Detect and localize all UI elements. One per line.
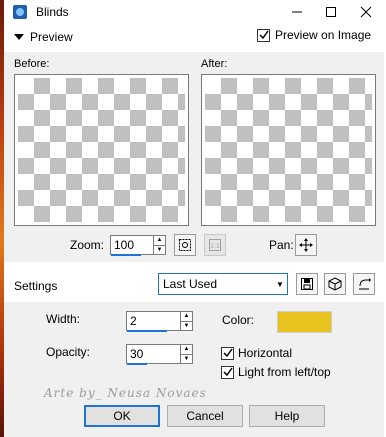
checkbox-box[interactable] — [221, 365, 234, 379]
save-disk-icon — [301, 278, 313, 290]
zoom-fit-icon — [179, 239, 191, 251]
light-from-left-top-checkbox[interactable]: Light from left/top — [221, 365, 331, 379]
spin-up-icon[interactable]: ▲ — [154, 236, 165, 245]
settings-label: Settings — [14, 279, 58, 293]
before-label: Before: — [14, 58, 50, 70]
light-from-left-top-label: Light from left/top — [238, 365, 331, 379]
spin-down-icon[interactable]: ▼ — [154, 245, 165, 255]
checkmark-icon — [222, 367, 233, 377]
preview-on-image-checkbox[interactable]: Preview on Image — [257, 28, 371, 42]
spin-down-icon[interactable]: ▼ — [181, 321, 192, 331]
minimize-button[interactable] — [280, 2, 314, 22]
preview-toggle[interactable]: Preview — [14, 30, 73, 44]
watermark-text: Arte by_ Neusa Novaes — [44, 386, 207, 400]
reset-button[interactable] — [353, 273, 375, 295]
spin-up-icon[interactable]: ▲ — [181, 312, 192, 321]
maximize-icon — [326, 7, 336, 17]
chevron-down-icon[interactable]: ▼ — [273, 280, 287, 289]
minimize-icon — [292, 11, 302, 13]
width-label: Width: — [46, 312, 81, 326]
maximize-button[interactable] — [314, 2, 348, 22]
after-label: After: — [201, 58, 228, 70]
checkmark-icon — [258, 30, 269, 40]
checkbox-box[interactable] — [257, 28, 270, 42]
after-preview[interactable] — [201, 74, 376, 226]
width-spinner[interactable]: 2 ▲ ▼ — [126, 311, 193, 331]
width-spin-buttons[interactable]: ▲ ▼ — [180, 312, 192, 330]
width-value[interactable]: 2 — [127, 312, 180, 330]
save-preset-button[interactable] — [296, 273, 318, 295]
window-title: Blinds — [36, 5, 69, 19]
opacity-spinner[interactable]: 30 ▲ ▼ — [126, 344, 193, 364]
preview-toggle-label: Preview — [30, 30, 73, 44]
help-button[interactable]: Help — [249, 405, 325, 427]
before-preview[interactable] — [14, 74, 189, 226]
pan-label: Pan: — [269, 238, 294, 252]
transparency-checker — [205, 78, 372, 222]
spin-up-icon[interactable]: ▲ — [181, 345, 192, 354]
transparency-checker — [18, 78, 185, 222]
ok-button[interactable]: OK — [84, 405, 160, 427]
collapse-triangle-icon — [14, 34, 24, 40]
close-button[interactable] — [349, 2, 383, 22]
checkbox-box[interactable] — [221, 346, 234, 360]
zoom-spin-buttons[interactable]: ▲ ▼ — [153, 236, 165, 254]
zoom-fit-button[interactable] — [174, 234, 196, 256]
app-icon — [12, 4, 28, 20]
color-label: Color: — [222, 313, 255, 327]
zoom-spinner[interactable]: 100 ▲ ▼ — [110, 235, 166, 255]
spin-down-icon[interactable]: ▼ — [181, 354, 192, 364]
pan-move-icon — [299, 238, 313, 252]
dice-icon — [328, 277, 342, 291]
preset-dropdown[interactable]: Last Used ▼ — [158, 273, 288, 295]
svg-text:1:1: 1:1 — [210, 243, 220, 250]
title-bar: Blinds — [4, 0, 386, 26]
opacity-spin-buttons[interactable]: ▲ ▼ — [180, 345, 192, 363]
preview-on-image-label: Preview on Image — [275, 28, 372, 42]
reset-arrow-icon — [359, 278, 371, 290]
width-focus-underline — [127, 330, 167, 332]
opacity-label: Opacity: — [46, 345, 91, 359]
opacity-focus-underline — [127, 363, 147, 365]
randomize-button[interactable] — [324, 273, 346, 295]
zoom-actual-size-button[interactable]: 1:1 — [204, 234, 226, 256]
close-icon — [360, 6, 372, 18]
color-swatch[interactable] — [277, 311, 332, 333]
horizontal-label: Horizontal — [238, 346, 293, 360]
opacity-value[interactable]: 30 — [127, 345, 180, 363]
actual-size-icon: 1:1 — [209, 239, 221, 251]
dialog-footer: OK Cancel Help — [4, 402, 384, 437]
pan-button[interactable] — [295, 234, 317, 256]
zoom-label: Zoom: — [70, 238, 105, 252]
preset-value: Last Used — [163, 277, 218, 291]
checkmark-icon — [222, 348, 233, 358]
zoom-value[interactable]: 100 — [111, 236, 153, 254]
cancel-button[interactable]: Cancel — [167, 405, 243, 427]
horizontal-checkbox[interactable]: Horizontal — [221, 346, 292, 360]
preview-panel: Before: After: Zoom: 100 ▲ ▼ 1:1 Pan: — [4, 52, 384, 262]
zoom-focus-underline — [111, 254, 141, 256]
